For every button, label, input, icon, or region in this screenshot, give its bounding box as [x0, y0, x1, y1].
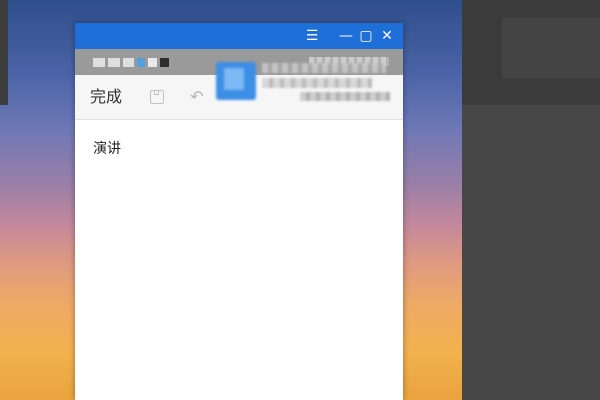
list-icon[interactable]: ☰ — [303, 27, 321, 45]
notification-icon — [148, 57, 157, 67]
save-icon[interactable] — [147, 87, 167, 107]
notification-avatar — [216, 62, 256, 100]
background-app-block — [502, 18, 600, 78]
signal-icon — [93, 57, 105, 67]
background-app-panel — [462, 0, 600, 400]
sim-icon — [108, 57, 120, 67]
note-editor[interactable]: 演讲 — [75, 120, 403, 400]
notification-body-blurred — [262, 78, 372, 88]
note-text[interactable]: 演讲 — [93, 140, 121, 158]
done-button[interactable]: 完成 — [90, 86, 122, 108]
close-icon[interactable]: ✕ — [378, 27, 396, 45]
desktop-edge-panel — [0, 0, 8, 105]
notification-title-blurred — [262, 63, 386, 73]
app-icon — [137, 57, 145, 67]
status-icons — [93, 56, 169, 68]
minimize-icon[interactable]: — — [337, 27, 355, 45]
maximize-icon[interactable]: ▢ — [357, 27, 375, 45]
window-titlebar: ☰ — ▢ ✕ — [75, 23, 403, 49]
tiktok-icon — [160, 57, 169, 67]
undo-icon[interactable]: ↶ — [187, 87, 207, 107]
notification-body2-blurred — [300, 92, 390, 101]
wifi-icon — [123, 57, 134, 67]
background-app-header — [462, 0, 600, 105]
